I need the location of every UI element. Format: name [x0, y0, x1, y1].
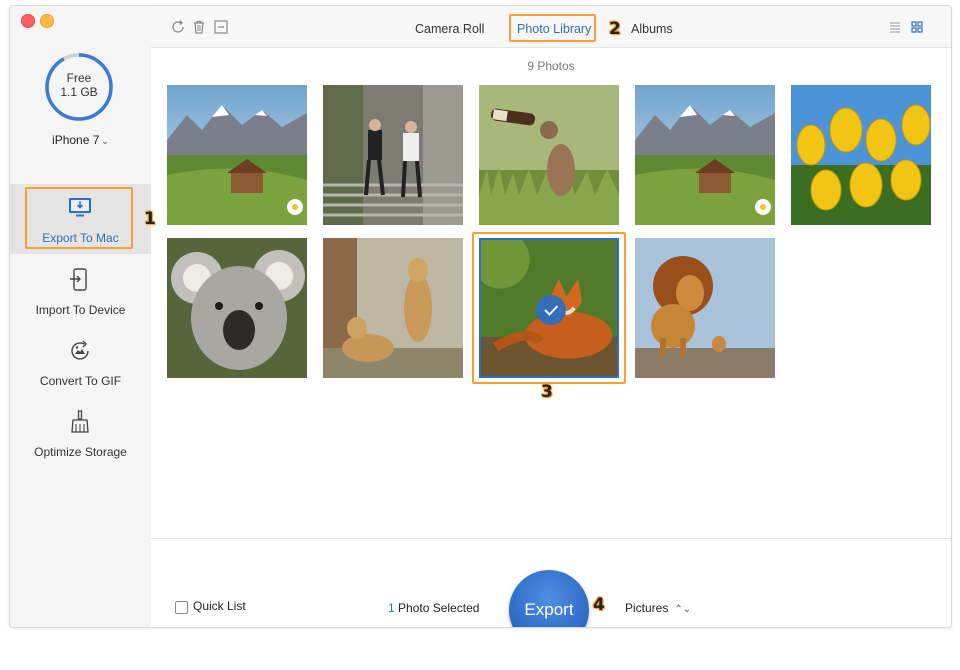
mountain-cabin-image: [167, 85, 307, 225]
export-button[interactable]: Export: [509, 570, 589, 627]
updown-chevron-icon: ⌃⌄: [674, 604, 692, 615]
device-name: iPhone 7: [52, 133, 100, 147]
selected-label: Photo Selected: [394, 601, 480, 615]
photo-thumbnail[interactable]: [479, 85, 619, 225]
tab-camera-roll[interactable]: Camera Roll: [415, 22, 484, 36]
selected-count: 1: [388, 601, 395, 615]
selection-status: 1 Photo Selected: [388, 601, 479, 615]
photo-thumbnail[interactable]: [635, 238, 775, 378]
step-highlight-box: [472, 232, 626, 384]
sidebar-item-label: Convert To GIF: [39, 374, 122, 388]
step-highlight-box: [509, 14, 596, 42]
destination-label: Pictures: [625, 601, 669, 615]
photo-thumbnail[interactable]: [167, 85, 307, 225]
step-number: 4: [593, 595, 605, 615]
footer-bar: Quick List 1 Photo Selected Export Pictu…: [151, 538, 951, 627]
sidebar-item-optimize-storage[interactable]: Optimize Storage: [10, 398, 151, 468]
photo-thumbnail[interactable]: [635, 85, 775, 225]
yellow-tulips-image: [791, 85, 931, 225]
list-view-icon[interactable]: [889, 21, 901, 33]
tab-albums[interactable]: Albums: [631, 22, 673, 36]
broom-icon: [71, 410, 89, 433]
device-selector[interactable]: iPhone 7 ⌄: [10, 133, 151, 147]
step-number: 2: [609, 19, 621, 39]
storage-summary: Free 1.1 GB: [44, 71, 114, 99]
couple-stairs-image: [323, 85, 463, 225]
photo-thumbnail[interactable]: [323, 85, 463, 225]
close-window-button[interactable]: [21, 14, 35, 28]
squirrel-bottle-image: [479, 85, 619, 225]
phone-import-icon: [70, 268, 87, 291]
trash-icon[interactable]: [192, 20, 206, 34]
photo-thumbnail[interactable]: [323, 238, 463, 378]
refresh-icon[interactable]: [171, 20, 185, 34]
gif-convert-icon: [71, 340, 89, 360]
storage-label: Free: [66, 71, 92, 85]
storage-amount: 1.1 GB: [60, 85, 98, 99]
sidebar: Free 1.1 GB iPhone 7 ⌄ Export To Mac Impo…: [10, 6, 152, 627]
step-number: 1: [144, 209, 156, 229]
quick-list-label: Quick List: [193, 599, 246, 613]
destination-selector[interactable]: Pictures ⌃⌄: [625, 601, 691, 615]
chevron-down-icon: ⌄: [101, 136, 109, 146]
mountain-cabin-image: [635, 85, 775, 225]
photo-thumbnail[interactable]: [791, 85, 931, 225]
sidebar-item-label: Import To Device: [35, 303, 126, 317]
sidebar-item-import-to-device[interactable]: Import To Device: [10, 256, 151, 326]
photo-count: 9 Photos: [527, 59, 575, 73]
step-highlight-box: [25, 187, 133, 249]
photo-thumbnail[interactable]: [167, 238, 307, 378]
koala-image: [167, 238, 307, 378]
deselect-icon[interactable]: [214, 20, 228, 34]
lion-cub-image: [635, 238, 775, 378]
lionesses-image: [323, 238, 463, 378]
quick-list-checkbox[interactable]: [175, 601, 188, 614]
step-number: 3: [541, 382, 553, 402]
sidebar-item-convert-to-gif[interactable]: Convert To GIF: [10, 327, 151, 397]
sidebar-item-label: Optimize Storage: [34, 445, 127, 459]
minimize-window-button[interactable]: [40, 14, 54, 28]
grid-view-icon[interactable]: [911, 21, 923, 33]
